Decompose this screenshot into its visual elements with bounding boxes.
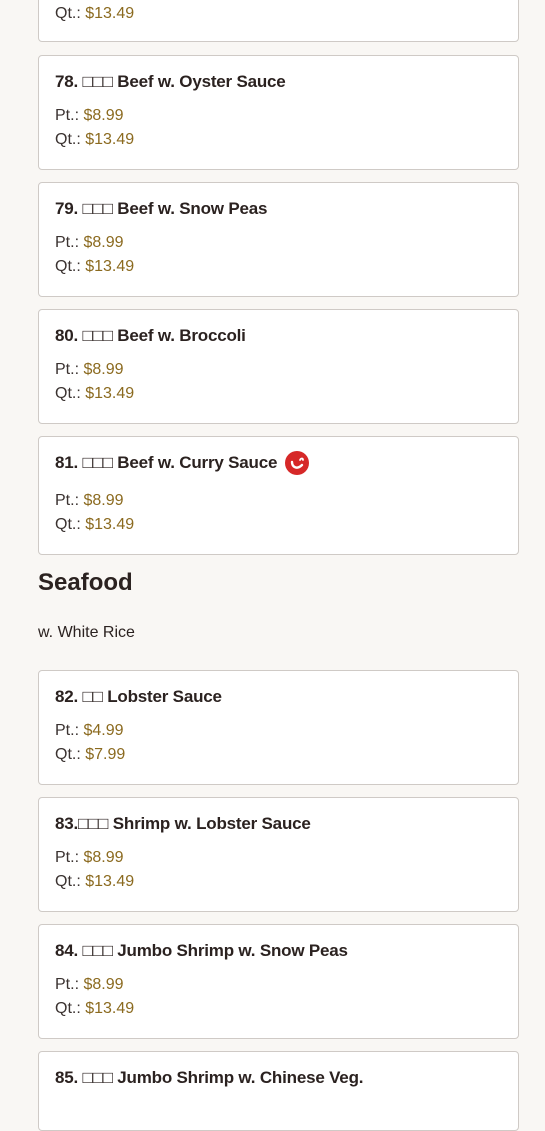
- pint-price: Pt.: $8.99: [55, 976, 124, 994]
- pt-price-value: $8.99: [83, 849, 124, 866]
- item-title: 84. □□□ Jumbo Shrimp w. Snow Peas: [55, 941, 348, 960]
- qt-price-value: $13.49: [85, 5, 135, 22]
- section-title: Seafood: [38, 569, 133, 596]
- menu-item-card[interactable]: Qt.: $13.49: [38, 0, 519, 42]
- qt-price-value: $13.49: [85, 385, 135, 402]
- menu-item-card[interactable]: 80. □□□ Beef w. Broccoli Pt.: $8.99 Qt.:…: [38, 309, 519, 424]
- quart-price: Qt.: $13.49: [55, 385, 134, 403]
- pint-price: Pt.: $4.99: [55, 722, 124, 740]
- pt-price-value: $8.99: [83, 361, 124, 378]
- qt-label: Qt.:: [55, 258, 81, 275]
- section-subtitle: w. White Rice: [38, 624, 135, 641]
- menu-item-card[interactable]: 84. □□□ Jumbo Shrimp w. Snow Peas Pt.: $…: [38, 924, 519, 1039]
- pt-price-value: $8.99: [83, 976, 124, 993]
- qt-label: Qt.:: [55, 1000, 81, 1017]
- quart-price: Qt.: $13.49: [55, 131, 134, 149]
- item-title: 80. □□□ Beef w. Broccoli: [55, 326, 246, 345]
- item-title: 81. □□□ Beef w. Curry Sauce: [55, 453, 278, 472]
- item-title: 83.□□□ Shrimp w. Lobster Sauce: [55, 814, 311, 833]
- pint-price: Pt.: $8.99: [55, 492, 124, 510]
- qt-price-value: $13.49: [85, 873, 135, 890]
- pt-label: Pt.:: [55, 722, 80, 739]
- menu-item-card[interactable]: 83.□□□ Shrimp w. Lobster Sauce Pt.: $8.9…: [38, 797, 519, 912]
- item-title-row: 81. □□□ Beef w. Curry Sauce: [55, 451, 310, 475]
- pt-label: Pt.:: [55, 234, 80, 251]
- quart-price: Qt.: $13.49: [55, 873, 134, 891]
- qt-label: Qt.:: [55, 516, 81, 533]
- pt-label: Pt.:: [55, 849, 80, 866]
- spicy-icon: [285, 451, 310, 475]
- pt-label: Pt.:: [55, 361, 80, 378]
- qt-label: Qt.:: [55, 131, 81, 148]
- pt-price-value: $8.99: [83, 492, 124, 509]
- quart-price: Qt.: $7.99: [55, 746, 125, 764]
- quart-price: Qt.: $13.49: [55, 1000, 134, 1018]
- menu-item-card[interactable]: 78. □□□ Beef w. Oyster Sauce Pt.: $8.99 …: [38, 55, 519, 170]
- pt-price-value: $8.99: [83, 234, 124, 251]
- item-title: 82. □□ Lobster Sauce: [55, 687, 222, 706]
- pt-label: Pt.:: [55, 107, 80, 124]
- qt-label: Qt.:: [55, 385, 81, 402]
- item-title: 85. □□□ Jumbo Shrimp w. Chinese Veg.: [55, 1068, 364, 1087]
- qt-label: Qt.:: [55, 5, 81, 22]
- menu-item-card[interactable]: 85. □□□ Jumbo Shrimp w. Chinese Veg.: [38, 1051, 519, 1131]
- menu-item-card[interactable]: 82. □□ Lobster Sauce Pt.: $4.99 Qt.: $7.…: [38, 670, 519, 785]
- qt-price-value: $13.49: [85, 258, 135, 275]
- quart-price: Qt.: $13.49: [55, 516, 134, 534]
- menu-item-card[interactable]: 79. □□□ Beef w. Snow Peas Pt.: $8.99 Qt.…: [38, 182, 519, 297]
- quart-price: Qt.: $13.49: [55, 5, 134, 23]
- pint-price: Pt.: $8.99: [55, 849, 124, 867]
- pint-price: Pt.: $8.99: [55, 107, 124, 125]
- qt-price-value: $13.49: [85, 1000, 135, 1017]
- qt-price-value: $7.99: [85, 746, 126, 763]
- pint-price: Pt.: $8.99: [55, 361, 124, 379]
- pt-price-value: $4.99: [83, 722, 124, 739]
- pt-label: Pt.:: [55, 492, 80, 509]
- menu-item-card[interactable]: 81. □□□ Beef w. Curry Sauce Pt.: $8.99 Q…: [38, 436, 519, 555]
- pt-price-value: $8.99: [83, 107, 124, 124]
- qt-price-value: $13.49: [85, 131, 135, 148]
- qt-label: Qt.:: [55, 873, 81, 890]
- pint-price: Pt.: $8.99: [55, 234, 124, 252]
- pt-label: Pt.:: [55, 976, 80, 993]
- qt-price-value: $13.49: [85, 516, 135, 533]
- quart-price: Qt.: $13.49: [55, 258, 134, 276]
- item-title: 78. □□□ Beef w. Oyster Sauce: [55, 72, 286, 91]
- qt-label: Qt.:: [55, 746, 81, 763]
- item-title: 79. □□□ Beef w. Snow Peas: [55, 199, 268, 218]
